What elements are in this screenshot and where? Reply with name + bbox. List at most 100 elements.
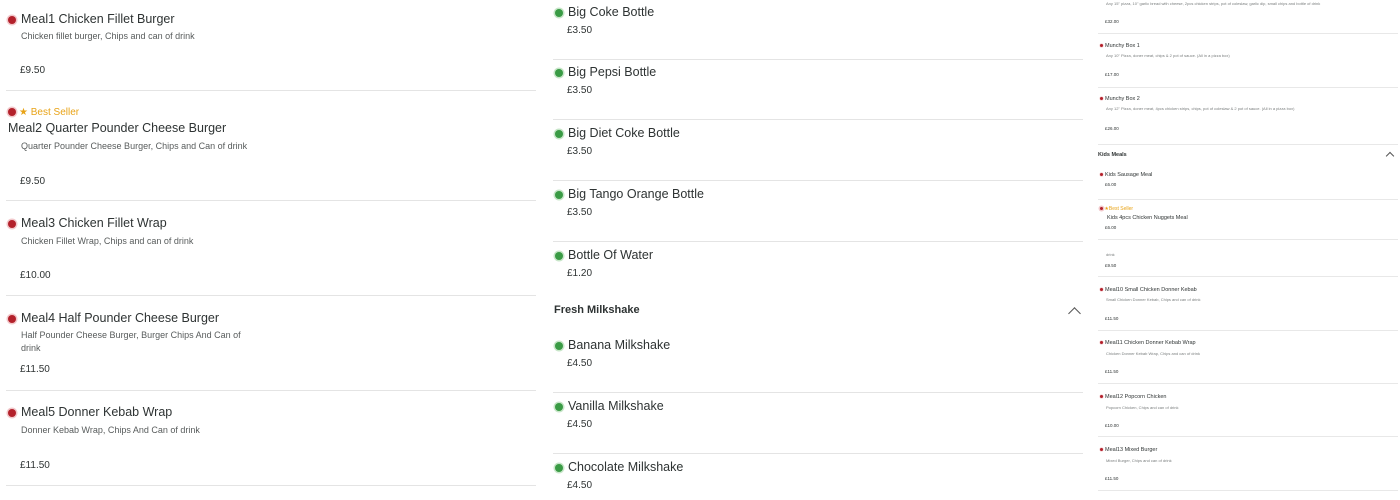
item-name: Kids Sausage Meal bbox=[1105, 172, 1153, 178]
star-icon: ★ bbox=[19, 107, 28, 118]
menu-item[interactable]: Munchy Box 1 Any 10" Pizza, doner meat, … bbox=[1098, 34, 1398, 88]
item-price: £9.50 bbox=[20, 65, 46, 76]
item-price: £9.50 bbox=[1105, 263, 1117, 268]
item-price: £11.50 bbox=[20, 364, 50, 375]
item-price: £10.00 bbox=[1105, 423, 1119, 428]
menu-item[interactable]: Kids Sausage Meal £6.00 bbox=[1098, 168, 1398, 200]
item-price: £11.50 bbox=[1105, 369, 1119, 374]
section-header-fresh-milkshake[interactable]: Fresh Milkshake bbox=[554, 304, 1084, 326]
nonveg-icon bbox=[1100, 97, 1103, 101]
item-description: Small Chicken Donner Kebab, Chips and ca… bbox=[1106, 297, 1201, 302]
section-title: Fresh Milkshake bbox=[554, 304, 640, 316]
item-name: Big Tango Orange Bottle bbox=[568, 187, 704, 201]
menu-item[interactable]: Big Pepsi Bottle £3.50 bbox=[553, 60, 1083, 120]
nonveg-icon bbox=[8, 408, 16, 417]
item-price: £3.50 bbox=[567, 146, 593, 157]
menu-item[interactable]: Meal3 Chicken Fillet Wrap Chicken Fillet… bbox=[6, 201, 536, 296]
item-name: Meal4 Half Pounder Cheese Burger bbox=[21, 311, 220, 325]
section-title: Kids Meals bbox=[1098, 152, 1127, 158]
item-description: Mixed Burger, Chips and can of drink bbox=[1106, 458, 1172, 463]
menu-item[interactable]: Chocolate Milkshake £4.50 bbox=[553, 455, 1083, 500]
menu-item[interactable]: Meal5 Donner Kebab Wrap Donner Kebab Wra… bbox=[6, 391, 536, 486]
veg-icon bbox=[555, 129, 563, 138]
menu-item[interactable]: Munchy Box 2 Any 12" Pizza, doner meat, … bbox=[1098, 88, 1398, 145]
item-price: £3.50 bbox=[567, 85, 593, 96]
item-name: Meal2 Quarter Pounder Cheese Burger bbox=[8, 121, 227, 135]
menu-item[interactable]: Meal12 Popcorn Chicken Popcorn Chicken, … bbox=[1098, 384, 1398, 437]
nonveg-icon bbox=[8, 314, 16, 323]
nonveg-icon bbox=[1100, 341, 1103, 345]
item-description: Any 15" pizza, 10" garlic bread with che… bbox=[1106, 1, 1321, 6]
menu-item[interactable]: Meal13 Mixed Burger Mixed Burger, Chips … bbox=[1098, 437, 1398, 491]
item-price: £9.50 bbox=[20, 176, 46, 187]
menu-item[interactable]: ★ Best Seller Meal2 Quarter Pounder Chee… bbox=[6, 91, 536, 201]
item-price: £6.00 bbox=[1105, 182, 1117, 187]
item-description: drink bbox=[1106, 252, 1115, 257]
nonveg-icon bbox=[8, 15, 16, 24]
menu-item[interactable]: Meal4 Half Pounder Cheese Burger Half Po… bbox=[6, 296, 536, 391]
nonveg-icon bbox=[1100, 207, 1103, 211]
item-description: Any 12" Pizza, doner meat, 4pcs chicken … bbox=[1106, 106, 1295, 111]
item-description: Quarter Pounder Cheese Burger, Chips and… bbox=[21, 141, 248, 151]
item-name: Munchy Box 1 bbox=[1105, 43, 1140, 49]
item-price: £11.50 bbox=[1105, 476, 1119, 481]
menu-item[interactable]: ★Best Seller Kids 4pcs Chicken Nuggets M… bbox=[1098, 200, 1398, 240]
menu-item[interactable]: Big Diet Coke Bottle £3.50 bbox=[553, 121, 1083, 181]
nonveg-icon bbox=[1100, 395, 1103, 399]
nonveg-icon bbox=[1100, 448, 1103, 452]
item-name: Kids 4pcs Chicken Nuggets Meal bbox=[1107, 215, 1188, 221]
best-seller-badge: ★Best Seller bbox=[1100, 206, 1133, 212]
section-header-kids-meals[interactable]: Kids Meals bbox=[1098, 151, 1398, 162]
menu-item[interactable]: Any 15" pizza, 10" garlic bread with che… bbox=[1098, 0, 1398, 34]
menu-item[interactable]: drink £9.50 bbox=[1098, 240, 1398, 277]
item-price: £6.00 bbox=[1105, 225, 1117, 230]
item-price: £3.50 bbox=[567, 25, 593, 36]
menu-item[interactable]: Meal1 Chicken Fillet Burger Chicken fill… bbox=[6, 0, 536, 91]
item-price: £1.20 bbox=[567, 268, 593, 279]
nonveg-icon bbox=[1100, 44, 1103, 48]
item-price: £17.00 bbox=[1105, 72, 1119, 77]
more-menu-column: Any 15" pizza, 10" garlic bread with che… bbox=[1094, 0, 1400, 500]
menu-item[interactable]: Meal10 Small Chicken Donner Kebab Small … bbox=[1098, 277, 1398, 331]
item-price: £4.50 bbox=[567, 358, 593, 369]
menu-item[interactable]: Bottle Of Water £1.20 bbox=[553, 243, 1083, 303]
menu-item[interactable]: Vanilla Milkshake £4.50 bbox=[553, 394, 1083, 454]
item-price: £11.50 bbox=[20, 460, 50, 471]
menu-item[interactable]: Big Coke Bottle £3.50 bbox=[553, 0, 1083, 60]
item-name: Meal5 Donner Kebab Wrap bbox=[21, 405, 173, 419]
nonveg-icon bbox=[1100, 173, 1103, 177]
menu-item[interactable]: Banana Milkshake £4.50 bbox=[553, 333, 1083, 393]
item-name: Meal1 Chicken Fillet Burger bbox=[21, 12, 175, 26]
item-description: Donner Kebab Wrap, Chips And Can of drin… bbox=[21, 425, 200, 435]
item-name: Chocolate Milkshake bbox=[568, 460, 684, 474]
veg-icon bbox=[555, 251, 563, 260]
item-name: Meal10 Small Chicken Donner Kebab bbox=[1105, 287, 1197, 293]
chevron-up-icon[interactable] bbox=[1385, 151, 1395, 161]
item-name: Big Pepsi Bottle bbox=[568, 65, 657, 79]
item-name: Big Coke Bottle bbox=[568, 5, 655, 19]
item-name: Bottle Of Water bbox=[568, 248, 653, 262]
item-name: Munchy Box 2 bbox=[1105, 96, 1140, 102]
item-description: Chicken fillet burger, Chips and can of … bbox=[21, 31, 195, 41]
item-description: Chicken Fillet Wrap, Chips and can of dr… bbox=[21, 236, 194, 246]
chevron-up-icon[interactable] bbox=[1068, 307, 1081, 320]
menu-item[interactable]: Big Tango Orange Bottle £3.50 bbox=[553, 182, 1083, 242]
menu-item[interactable]: Meal11 Chicken Donner Kebab Wrap Chicken… bbox=[1098, 331, 1398, 384]
item-name: Banana Milkshake bbox=[568, 338, 671, 352]
item-price: £4.50 bbox=[567, 419, 593, 430]
item-price: £26.00 bbox=[1105, 126, 1119, 131]
item-description: Any 10" Pizza, doner meat, chips & 2 pot… bbox=[1106, 53, 1230, 58]
item-price: £4.50 bbox=[567, 480, 593, 491]
veg-icon bbox=[555, 68, 563, 77]
item-name: Meal3 Chicken Fillet Wrap bbox=[21, 216, 167, 230]
item-name: Meal11 Chicken Donner Kebab Wrap bbox=[1105, 340, 1196, 346]
item-description: Chicken Donner Kebab Wrap, Chips and can… bbox=[1106, 351, 1200, 356]
nonveg-icon bbox=[8, 219, 16, 228]
nonveg-icon bbox=[1100, 288, 1103, 292]
veg-icon bbox=[555, 341, 563, 350]
best-seller-badge: ★ Best Seller bbox=[8, 107, 79, 118]
item-price: £10.00 bbox=[20, 270, 51, 281]
veg-icon bbox=[555, 190, 563, 199]
item-price: £11.50 bbox=[1105, 316, 1119, 321]
item-description: Popcorn Chicken, Chips and can of drink bbox=[1106, 405, 1179, 410]
